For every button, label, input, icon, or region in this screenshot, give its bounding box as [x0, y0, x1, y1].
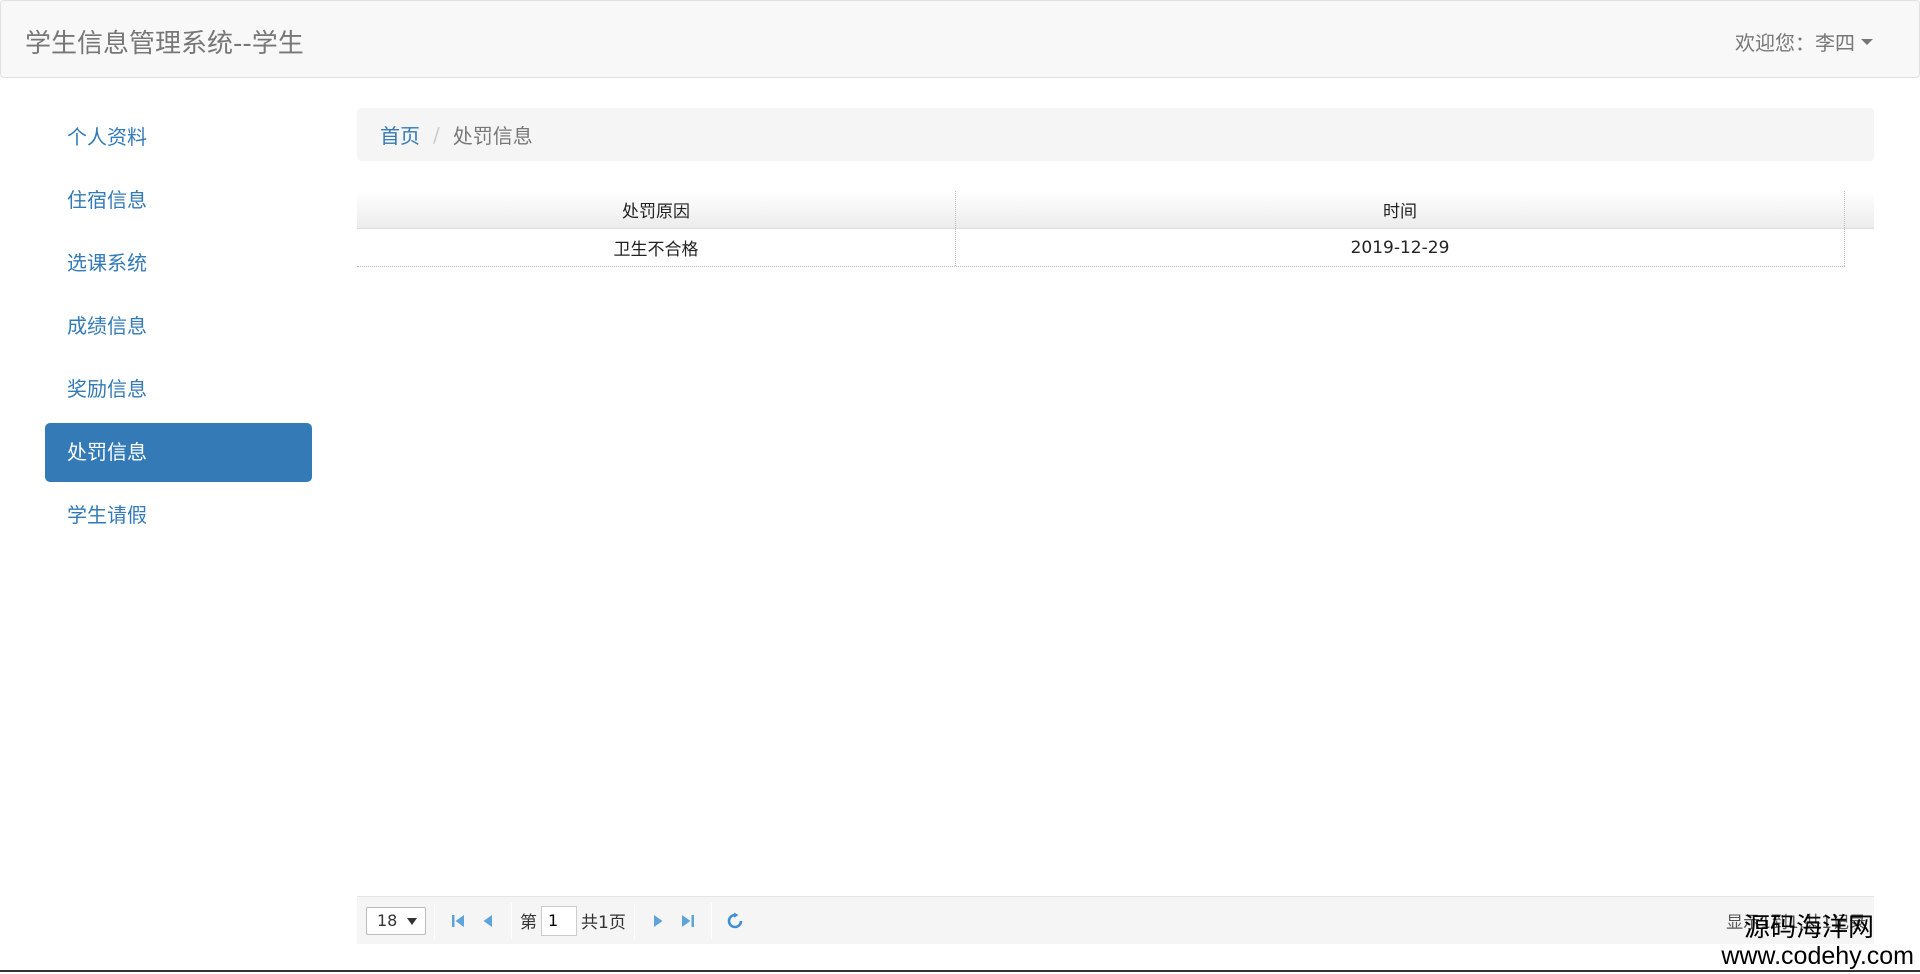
sidebar-item-grades[interactable]: 成绩信息: [45, 297, 312, 356]
last-page-icon: [681, 914, 694, 927]
breadcrumb-separator: /: [433, 122, 440, 147]
app-title[interactable]: 学生信息管理系统--学生: [25, 23, 304, 60]
first-page-icon: [452, 914, 464, 927]
watermark: 源码海洋网 www.codehy.com: [1721, 914, 1914, 970]
table-row[interactable]: 卫生不合格 2019-12-29: [357, 229, 1845, 267]
page-size-select[interactable]: 18: [366, 906, 426, 935]
next-page-icon: [653, 914, 663, 927]
watermark-title: 源码海洋网: [1743, 912, 1874, 943]
sidebar: 个人资料 住宿信息 选课系统 成绩信息 奖励信息 处罚信息 学生请假: [45, 108, 312, 549]
next-page-button[interactable]: [643, 906, 673, 936]
pager-divider: [434, 902, 435, 939]
column-header-spacer: [1845, 191, 1874, 228]
prev-page-icon: [483, 914, 492, 927]
page-number-input[interactable]: [541, 905, 577, 936]
sidebar-item-course-selection[interactable]: 选课系统: [45, 234, 312, 293]
page-size-value: 18: [377, 911, 398, 930]
last-page-button[interactable]: [673, 906, 703, 936]
pager-divider: [710, 902, 712, 939]
sidebar-item-leave-request[interactable]: 学生请假: [45, 486, 312, 545]
first-page-button[interactable]: [443, 906, 473, 936]
table-header: 处罚原因 时间: [357, 191, 1874, 229]
pager-divider: [511, 902, 512, 939]
sidebar-item-rewards[interactable]: 奖励信息: [45, 360, 312, 419]
bottom-border: [0, 970, 1920, 972]
prev-page-button[interactable]: [473, 906, 503, 936]
sidebar-item-profile[interactable]: 个人资料: [45, 108, 312, 167]
welcome-label: 欢迎您：李四: [1735, 31, 1855, 55]
refresh-button[interactable]: [720, 906, 750, 936]
breadcrumb-current: 处罚信息: [452, 124, 533, 148]
table-cell-reason: 卫生不合格: [357, 229, 956, 266]
pagination-bar: 18 第 共1页 显示1到1,共1记录: [357, 896, 1874, 944]
refresh-icon: [727, 912, 743, 928]
watermark-url: www.codehy.com: [1721, 941, 1914, 970]
sidebar-item-dormitory[interactable]: 住宿信息: [45, 171, 312, 230]
total-pages-label: 共1页: [581, 913, 626, 933]
table-cell-time: 2019-12-29: [956, 229, 1845, 266]
user-menu[interactable]: 欢迎您：李四: [1735, 27, 1873, 56]
sidebar-item-punishments[interactable]: 处罚信息: [45, 423, 312, 482]
breadcrumb-home-link[interactable]: 首页: [380, 120, 420, 149]
chevron-down-icon: [1861, 38, 1873, 45]
breadcrumb: 首页 / 处罚信息: [357, 108, 1874, 161]
page-prefix-label: 第: [520, 913, 537, 933]
punishment-table: 处罚原因 时间 卫生不合格 2019-12-29: [357, 191, 1874, 267]
column-header-time[interactable]: 时间: [956, 191, 1845, 228]
column-header-reason[interactable]: 处罚原因: [357, 191, 956, 228]
top-navbar: 学生信息管理系统--学生 欢迎您：李四: [0, 0, 1920, 78]
pager-divider: [633, 902, 635, 939]
dropdown-arrow-icon: [407, 917, 417, 925]
